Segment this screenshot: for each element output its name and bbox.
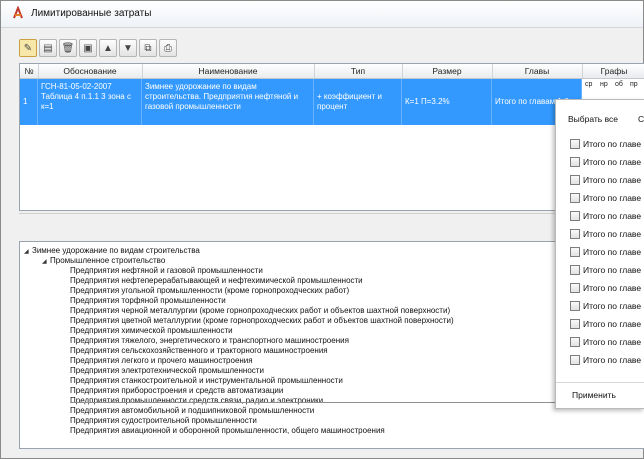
print-icon[interactable]: ⎙: [159, 39, 177, 57]
tree-item[interactable]: Предприятия нефтеперерабатывающей и нефт…: [70, 276, 363, 286]
grid-header: № Обоснование Наименование Тип Размер Гл…: [20, 64, 644, 79]
checkbox[interactable]: [570, 157, 580, 167]
graf-ob: об: [615, 81, 623, 88]
tree-item[interactable]: Предприятия угольной промышленности (кро…: [70, 286, 349, 296]
save-icon[interactable]: ▣: [79, 39, 97, 57]
clear-button[interactable]: С: [638, 114, 644, 124]
window-title: Лимитированные затраты: [31, 8, 152, 19]
checkbox[interactable]: [570, 319, 580, 329]
row-basis: ГСН-81-05-02-2007 Таблица 4 п.1.1 3 зона…: [38, 79, 142, 125]
tree-item[interactable]: Предприятия электротехнической промышлен…: [70, 366, 264, 376]
col-name[interactable]: Наименование: [142, 64, 315, 78]
splitter[interactable]: [19, 213, 644, 240]
col-size[interactable]: Размер: [402, 64, 493, 78]
tree-item[interactable]: Предприятия приборостроения и средств ав…: [70, 386, 283, 396]
checkbox[interactable]: [570, 193, 580, 203]
chapter-checkbox[interactable]: Итого по главе: [570, 245, 641, 259]
category-tree: ◢ Зимнее удорожание по видам строительств…: [19, 241, 644, 449]
graf-pr: пр: [630, 81, 638, 88]
chapter-checkbox[interactable]: Итого по главе: [570, 137, 641, 151]
apply-button[interactable]: Применить: [572, 390, 616, 400]
checkbox[interactable]: [570, 265, 580, 275]
tree-item[interactable]: Предприятия тяжелого, энергетического и …: [70, 336, 349, 346]
tree-item[interactable]: Предприятия станкостроительной и инструм…: [70, 376, 343, 386]
move-up-icon[interactable]: ▲: [99, 39, 117, 57]
table-row[interactable]: 1 ГСН-81-05-02-2007 Таблица 4 п.1.1 3 зо…: [20, 79, 644, 125]
chapter-checkbox[interactable]: Итого по главе: [570, 353, 641, 367]
graf-nr: нр: [600, 81, 608, 88]
checkbox[interactable]: [570, 337, 580, 347]
expand-icon[interactable]: ◢: [24, 247, 32, 257]
checkbox[interactable]: [570, 175, 580, 185]
chapter-checkbox[interactable]: Итого по главе: [570, 173, 641, 187]
tree-item[interactable]: Предприятия легкого и прочего машиностро…: [70, 356, 253, 366]
tree-item[interactable]: Предприятия сельскохозяйственного и трак…: [70, 346, 328, 356]
expand-icon[interactable]: ◢: [42, 257, 50, 267]
toolbar: ✎ ▤ 🗑 ▣ ▲ ▼ ⧉ ⎙: [19, 39, 177, 59]
chapter-checkbox[interactable]: Итого по главе: [570, 281, 641, 295]
move-down-icon[interactable]: ▼: [119, 39, 137, 57]
tree-item[interactable]: Предприятия промышленности средств связи…: [70, 396, 323, 406]
chapter-checkbox[interactable]: Итого по главе: [570, 263, 641, 277]
copy-icon[interactable]: ⧉: [139, 39, 157, 57]
chapter-checkbox[interactable]: Итого по главе: [570, 227, 641, 241]
chapter-checkbox[interactable]: Итого по главе: [570, 299, 641, 313]
col-grafs[interactable]: Графы: [582, 64, 644, 78]
chapter-checkbox[interactable]: Итого по главе: [570, 209, 641, 223]
checkbox[interactable]: [570, 229, 580, 239]
checkbox[interactable]: [570, 211, 580, 221]
tree-item[interactable]: Предприятия цветной металлургии (кроме г…: [70, 316, 454, 326]
main-window: Лимитированные затраты ✎ ▤ 🗑 ▣ ▲ ▼ ⧉ ⎙ №…: [0, 0, 644, 459]
app-icon: [13, 6, 23, 19]
col-chapters[interactable]: Главы: [492, 64, 583, 78]
tree-item[interactable]: Предприятия автомобильной и подшипниково…: [70, 406, 314, 416]
chapter-checkbox[interactable]: Итого по главе: [570, 317, 641, 331]
new-icon[interactable]: ▤: [39, 39, 57, 57]
delete-icon[interactable]: 🗑: [59, 39, 77, 57]
open-icon[interactable]: ✎: [19, 39, 37, 57]
row-num: 1: [20, 79, 38, 125]
tree-item[interactable]: Предприятия торфяной промышленности: [70, 296, 226, 306]
dropdown-divider: [556, 382, 644, 383]
chapter-checkbox[interactable]: Итого по главе: [570, 155, 641, 169]
checkbox[interactable]: [570, 355, 580, 365]
select-all-button[interactable]: Выбрать все: [568, 114, 618, 124]
tree-item[interactable]: Предприятия черной металлургии (кроме го…: [70, 306, 450, 316]
tree-item[interactable]: Предприятия судостроительной промышленно…: [70, 416, 257, 426]
checkbox[interactable]: [570, 283, 580, 293]
title-bar: Лимитированные затраты: [1, 1, 643, 28]
costs-grid: № Обоснование Наименование Тип Размер Гл…: [19, 63, 644, 211]
checkbox[interactable]: [570, 247, 580, 257]
row-size: К=1 П=3.2%: [402, 79, 492, 125]
col-basis[interactable]: Обоснование: [38, 64, 143, 78]
checkbox[interactable]: [570, 139, 580, 149]
graf-sr: ср: [585, 81, 593, 88]
grafs-dropdown: Выбрать все С Итого по главе Итого по гл…: [555, 99, 644, 409]
col-type[interactable]: Тип: [314, 64, 403, 78]
chapter-checkbox[interactable]: Итого по главе: [570, 191, 641, 205]
col-num[interactable]: №: [20, 64, 39, 78]
row-name: Зимнее удорожание по видам строительства…: [142, 79, 314, 125]
row-type: + коэффициент и процент: [314, 79, 402, 125]
tree-item[interactable]: Предприятия авиационной и оборонной пром…: [70, 426, 385, 436]
chapter-checkbox[interactable]: Итого по главе: [570, 335, 641, 349]
checkbox[interactable]: [570, 301, 580, 311]
tree-item[interactable]: Предприятия нефтяной и газовой промышлен…: [70, 266, 263, 276]
tree-item[interactable]: Предприятия химической промышленности: [70, 326, 233, 336]
